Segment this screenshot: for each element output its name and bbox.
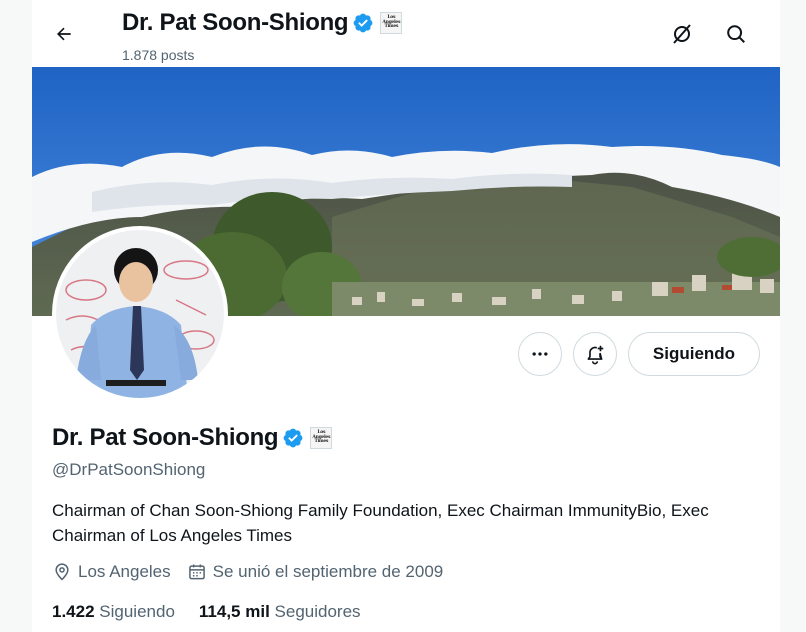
profile-bio: Chairman of Chan Soon-Shiong Family Foun… [52,501,709,545]
more-button[interactable] [518,332,562,376]
followers-count: 114,5 mil [198,602,270,621]
location: Los Angeles [52,562,171,582]
affiliation-badge[interactable]: Los Angeles Times [380,12,403,34]
location-text: Los Angeles [78,562,171,581]
grok-button[interactable] [664,16,700,52]
display-name: Dr. Pat Soon-Shiong [52,424,279,451]
top-bar: Dr. Pat Soon-Shiong Los Angeles Times 1.87… [32,0,780,67]
back-button[interactable] [46,16,82,52]
profile-column: Dr. Pat Soon-Shiong Los Angeles Times 1.87… [32,0,780,632]
search-button[interactable] [718,16,754,52]
profile-handle: @DrPatSoonShiong [52,460,206,479]
avatar-image [56,230,224,398]
profile-stats: 1.422 Siguiendo 114,5 mil Seguidores [52,602,385,622]
posts-count: 1.878 posts [122,47,195,63]
notification-add-icon [587,345,604,365]
grok-icon [673,24,691,44]
profile-avatar[interactable] [52,226,228,402]
join-date-text: Se unió el septiembre de 2009 [212,562,444,581]
following-count: 1.422 [52,602,95,621]
affiliation-badge[interactable]: Los Angeles Times [310,427,333,449]
header-title: Dr. Pat Soon-Shiong Los Angeles Times [122,9,403,37]
profile-meta: Los Angeles Se unió el septiembre de 200… [52,562,459,582]
following-link[interactable]: 1.422 Siguiendo [52,602,175,622]
following-label: Siguiendo [99,602,175,621]
search-icon [727,25,745,43]
notifications-button[interactable] [573,332,617,376]
followers-label: Seguidores [274,602,361,621]
verified-badge-icon[interactable] [282,427,304,449]
location-icon [55,563,69,581]
back-arrow-icon [57,27,71,41]
profile-name: Dr. Pat Soon-Shiong Los Angeles Times [52,424,333,452]
join-date: Se unió el septiembre de 2009 [187,562,444,582]
more-icon [532,352,548,356]
verified-badge-icon [353,13,373,33]
calendar-icon [188,564,205,580]
following-button[interactable]: Siguiendo [628,332,760,376]
header-name: Dr. Pat Soon-Shiong [122,9,349,36]
followers-link[interactable]: 114,5 mil Seguidores [199,602,361,622]
